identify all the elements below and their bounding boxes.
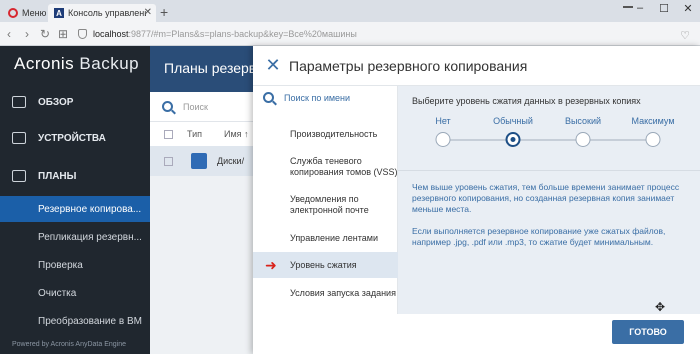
close-icon[interactable]: ✕: [257, 55, 289, 76]
option-task-start-conditions[interactable]: Условия запуска задания: [253, 280, 398, 306]
compression-info-2: Если выполняется резервное копирование у…: [412, 226, 666, 247]
table-header: Тип Имя ↑: [150, 122, 253, 146]
back-icon[interactable]: ‹: [0, 27, 18, 41]
forward-icon[interactable]: ›: [18, 27, 36, 41]
sidebar-sub-replication[interactable]: Репликация резервн...: [0, 224, 150, 250]
browser-tabbar: Меню A Консоль управления резерв ✕ + – ☐…: [0, 0, 700, 22]
reload-icon[interactable]: ↻: [36, 27, 54, 41]
compression-slider-track[interactable]: [443, 139, 653, 141]
option-vss[interactable]: Служба теневого копирования томов (VSS): [253, 150, 398, 184]
main-search[interactable]: Поиск: [150, 92, 253, 122]
divider: [398, 170, 700, 171]
url-field[interactable]: localhost :9877/#m=Plans&s=plans-backup&…: [78, 28, 700, 39]
option-compression-level[interactable]: ➜ Уровень сжатия: [253, 252, 398, 278]
page-title: Планы резерв: [150, 46, 253, 92]
level-knob-normal[interactable]: [505, 132, 521, 147]
acronis-favicon-icon: A: [54, 8, 64, 18]
level-knob-high[interactable]: [575, 132, 591, 147]
url-path: :9877/#m=Plans&s=plans-backup&key=Все%20…: [128, 28, 357, 39]
close-tab-icon[interactable]: ✕: [144, 7, 152, 18]
sidebar-sub-convert-vm[interactable]: Преобразование в ВМ: [0, 308, 150, 334]
compression-info-1: Чем выше уровень сжатия, тем больше врем…: [412, 182, 680, 214]
sidebar-sub-validation[interactable]: Проверка: [0, 252, 150, 278]
bookmark-heart-icon[interactable]: ♡: [680, 29, 690, 42]
browser-tab-menu[interactable]: Меню: [2, 4, 48, 22]
row-checkbox[interactable]: [164, 156, 173, 166]
powered-by: Powered by Acronis AnyData Engine: [12, 341, 127, 348]
close-window-icon[interactable]: ✕: [682, 2, 694, 15]
option-email-notifications[interactable]: Уведомления по электронной почте: [253, 188, 398, 222]
search-placeholder: Поиск: [183, 101, 208, 112]
sidebar-item-devices[interactable]: УСТРОЙСТВА: [0, 120, 150, 156]
tab-label: Консоль управления резерв: [68, 8, 146, 18]
level-label-none: Нет: [435, 116, 451, 126]
dialog-title: Параметры резервного копирования: [289, 57, 528, 74]
level-label-high: Высокий: [564, 116, 602, 126]
sidebar: Acronis Backup ОБЗОР УСТРОЙСТВА ПЛАНЫ Ре…: [0, 46, 150, 354]
move-cursor-icon: ✥: [655, 300, 666, 314]
col-type[interactable]: Тип: [187, 129, 202, 139]
app-logo: Acronis Backup: [14, 54, 140, 73]
sidebar-item-plans[interactable]: ПЛАНЫ: [0, 158, 150, 194]
maximize-icon[interactable]: ☐: [658, 2, 670, 15]
url-host: localhost: [93, 28, 129, 39]
devices-icon: [12, 132, 26, 144]
speed-dial-icon[interactable]: ⊞: [54, 27, 72, 41]
minimize-icon[interactable]: –: [634, 2, 646, 15]
select-all-checkbox[interactable]: [164, 129, 173, 139]
search-icon: [162, 101, 173, 112]
compression-question: Выберите уровень сжатия данных в резервн…: [412, 96, 641, 106]
options-search-label: Поиск по имени: [284, 92, 351, 103]
shield-icon: [78, 28, 87, 39]
dashboard-icon: [12, 96, 26, 108]
address-bar: ‹ › ↻ ⊞ localhost :9877/#m=Plans&s=plans…: [0, 22, 700, 46]
level-label-max: Максимум: [631, 116, 675, 126]
compression-panel: Выберите уровень сжатия данных в резервн…: [398, 86, 700, 314]
sidebar-item-overview[interactable]: ОБЗОР: [0, 84, 150, 120]
arrow-right-icon: ➜: [265, 256, 277, 273]
option-performance[interactable]: Производительность: [253, 122, 398, 146]
backup-plan-icon: [191, 153, 207, 169]
sidebar-sub-cleanup[interactable]: Очистка: [0, 280, 150, 306]
done-button[interactable]: ГОТОВО: [612, 320, 684, 344]
level-knob-none[interactable]: [435, 132, 451, 147]
menu-lines-icon[interactable]: [623, 6, 633, 8]
col-name[interactable]: Имя ↑: [224, 129, 249, 139]
plans-icon: [12, 170, 26, 182]
options-search[interactable]: Поиск по имени: [263, 92, 350, 103]
level-knob-max[interactable]: [645, 132, 661, 147]
dialog-header: ✕ Параметры резервного копирования: [253, 46, 700, 86]
table-row[interactable]: Диски/: [150, 146, 253, 176]
sidebar-sub-backup[interactable]: Резервное копирова...: [0, 196, 150, 222]
opera-logo-icon: [8, 8, 18, 18]
level-label-normal: Обычный: [493, 116, 533, 126]
option-tape-management[interactable]: Управление лентами: [253, 226, 398, 250]
search-icon: [263, 92, 274, 103]
options-nav: Поиск по имени Производительность Служба…: [253, 86, 398, 314]
browser-tab-console[interactable]: A Консоль управления резерв ✕: [48, 4, 156, 22]
row-name: Диски/: [217, 156, 245, 166]
backup-options-dialog: ✕ Параметры резервного копирования Поиск…: [253, 46, 700, 354]
tab-label: Меню: [22, 8, 47, 18]
window-controls: – ☐ ✕: [634, 2, 694, 15]
new-tab-button[interactable]: +: [160, 4, 168, 20]
